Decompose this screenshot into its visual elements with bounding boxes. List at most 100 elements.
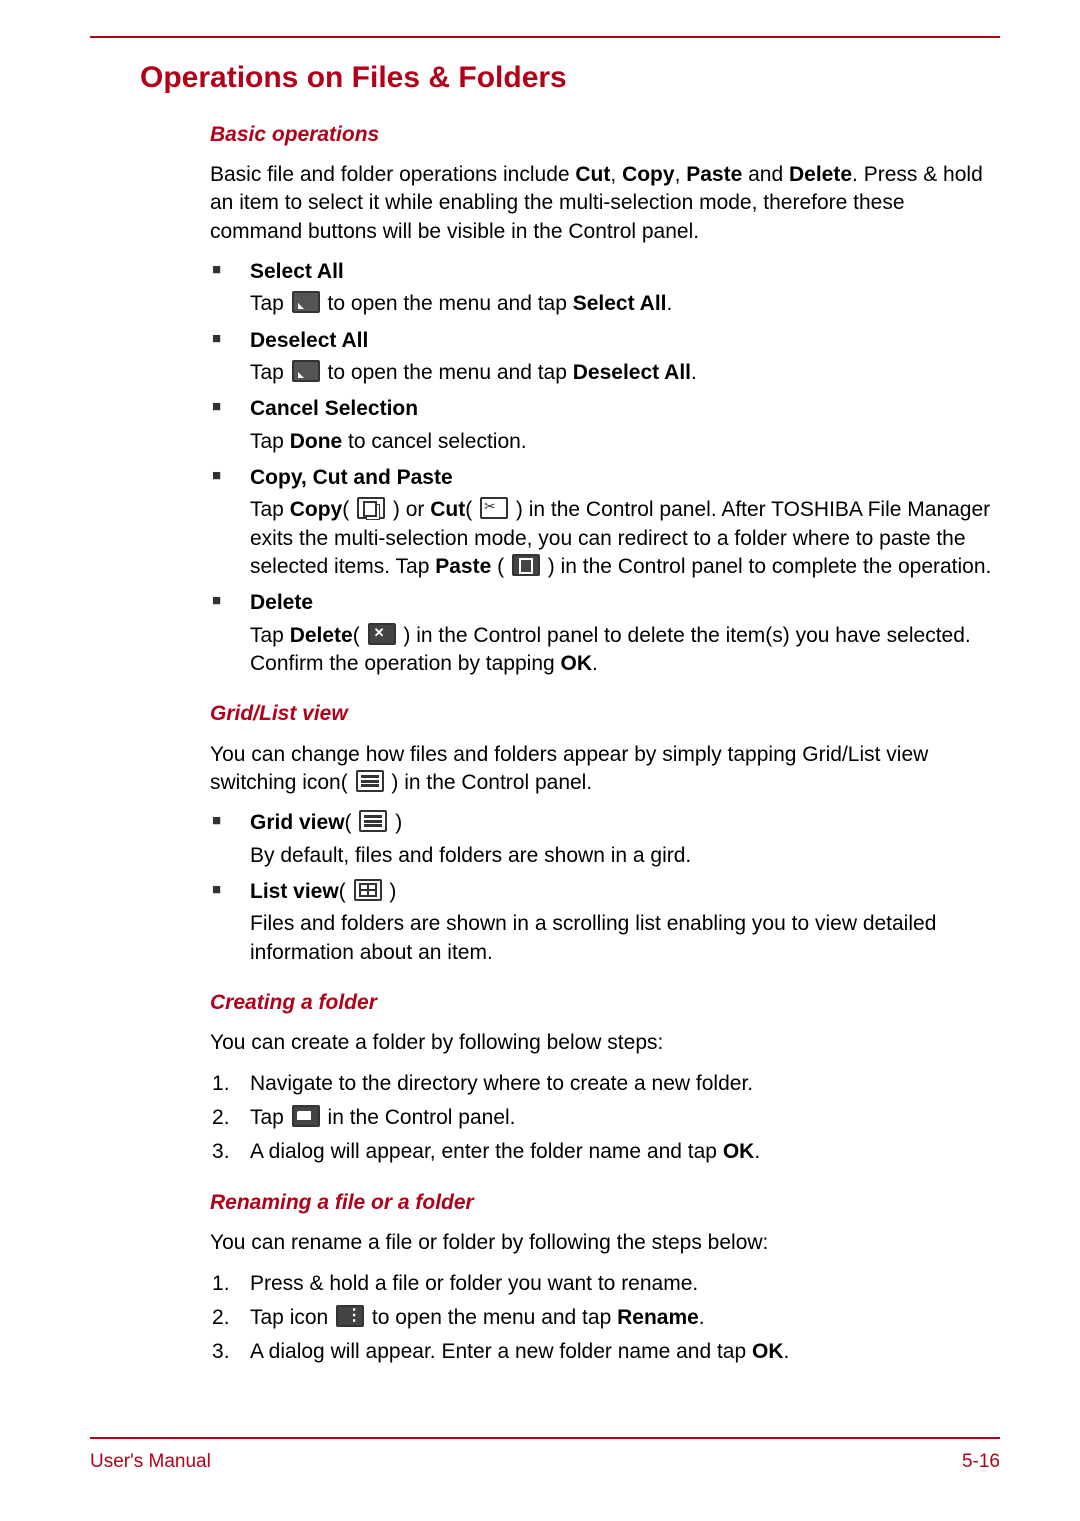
text: (	[353, 624, 366, 647]
text: to open the menu and tap	[366, 1306, 617, 1329]
text: A dialog will appear. Enter a new folder…	[250, 1340, 752, 1363]
item-title: Select All	[250, 258, 1000, 286]
item-body: By default, files and folders are shown …	[250, 842, 1000, 870]
cut-icon	[480, 497, 508, 519]
pencil-icon	[292, 291, 320, 313]
item-title: List view	[250, 880, 339, 903]
text: Basic file and folder operations include	[210, 163, 575, 186]
step: A dialog will appear, enter the folder n…	[210, 1138, 1000, 1166]
text: Tap	[250, 292, 290, 315]
text: (	[339, 880, 352, 903]
item-body: Tap Done to cancel selection.	[250, 428, 1000, 456]
bold: Cut	[575, 163, 610, 186]
bold: OK	[561, 652, 593, 675]
basic-intro: Basic file and folder operations include…	[140, 161, 1000, 246]
text: (	[345, 811, 358, 834]
bold: Paste	[686, 163, 742, 186]
text: Tap	[250, 430, 290, 453]
page-title: Operations on Files & Folders	[140, 58, 1000, 99]
bold: OK	[723, 1140, 755, 1163]
bold: Cut	[430, 498, 465, 521]
rename-intro: You can rename a file or folder by follo…	[140, 1229, 1000, 1257]
text: .	[667, 292, 673, 315]
paste-icon	[512, 554, 540, 576]
item-body: Tap Copy( ) or Cut( ) in the Control pan…	[250, 496, 1000, 581]
create-steps: Navigate to the directory where to creat…	[140, 1070, 1000, 1167]
item-body: Tap Delete( ) in the Control panel to de…	[250, 622, 1000, 679]
step: Navigate to the directory where to creat…	[210, 1070, 1000, 1098]
list-item: Deselect All Tap to open the menu and ta…	[210, 327, 1000, 388]
list-item: Grid view( ) By default, files and folde…	[210, 809, 1000, 870]
item-title-line: List view( )	[250, 878, 1000, 906]
text: )	[384, 880, 397, 903]
step: A dialog will appear. Enter a new folder…	[210, 1338, 1000, 1366]
text: A dialog will appear, enter the folder n…	[250, 1140, 723, 1163]
section-heading-grid: Grid/List view	[140, 700, 1000, 728]
text: .	[691, 361, 697, 384]
bold: Copy	[290, 498, 343, 521]
grid-list: Grid view( ) By default, files and folde…	[140, 809, 1000, 967]
item-body: Files and folders are shown in a scrolli…	[250, 910, 1000, 967]
delete-icon	[368, 623, 396, 645]
menu-icon	[336, 1305, 364, 1327]
section-heading-basic: Basic operations	[140, 121, 1000, 149]
list-item: List view( ) Files and folders are shown…	[210, 878, 1000, 967]
top-rule	[90, 36, 1000, 38]
text: .	[754, 1140, 760, 1163]
text: (	[342, 498, 355, 521]
page-content: Operations on Files & Folders Basic oper…	[140, 58, 1000, 1373]
step: Tap icon to open the menu and tap Rename…	[210, 1304, 1000, 1332]
bold: Copy	[622, 163, 675, 186]
grid-view-icon	[359, 810, 387, 832]
section-heading-create: Creating a folder	[140, 989, 1000, 1017]
text: Tap	[250, 624, 290, 647]
copy-icon	[357, 497, 385, 519]
grid-intro: You can change how files and folders app…	[140, 741, 1000, 798]
rename-steps: Press & hold a file or folder you want t…	[140, 1270, 1000, 1367]
create-intro: You can create a folder by following bel…	[140, 1029, 1000, 1057]
text: to cancel selection.	[342, 430, 526, 453]
text: ) or	[387, 498, 430, 521]
item-title: Deselect All	[250, 327, 1000, 355]
item-title: Cancel Selection	[250, 395, 1000, 423]
text: to open the menu and tap	[322, 361, 573, 384]
bold: Delete	[789, 163, 852, 186]
item-title: Grid view	[250, 811, 345, 834]
list-item: Select All Tap to open the menu and tap …	[210, 258, 1000, 319]
text: ) in the Control panel.	[386, 771, 593, 794]
item-body: Tap to open the menu and tap Select All.	[250, 290, 1000, 318]
text: .	[592, 652, 598, 675]
bold: Paste	[435, 555, 491, 578]
text: Tap	[250, 1106, 290, 1129]
bold: OK	[752, 1340, 784, 1363]
item-body: Tap to open the menu and tap Deselect Al…	[250, 359, 1000, 387]
bold: Select All	[573, 292, 667, 315]
step: Press & hold a file or folder you want t…	[210, 1270, 1000, 1298]
view-switch-icon	[356, 770, 384, 792]
list-item: Delete Tap Delete( ) in the Control pane…	[210, 589, 1000, 678]
text: ,	[610, 163, 622, 186]
footer-left: User's Manual	[90, 1449, 211, 1475]
text: in the Control panel.	[322, 1106, 516, 1129]
text: (	[465, 498, 478, 521]
bold: Done	[290, 430, 343, 453]
new-folder-icon	[292, 1105, 320, 1127]
text: .	[699, 1306, 705, 1329]
item-title: Copy, Cut and Paste	[250, 464, 1000, 492]
text: to open the menu and tap	[322, 292, 573, 315]
list-view-icon	[354, 879, 382, 901]
bold: Rename	[617, 1306, 699, 1329]
text: Tap	[250, 498, 290, 521]
text: .	[784, 1340, 790, 1363]
manual-page: Operations on Files & Folders Basic oper…	[0, 0, 1080, 1521]
bold: Deselect All	[573, 361, 691, 384]
text: ) in the Control panel to complete the o…	[542, 555, 991, 578]
text: (	[491, 555, 510, 578]
pencil-icon	[292, 360, 320, 382]
text: and	[742, 163, 789, 186]
basic-list: Select All Tap to open the menu and tap …	[140, 258, 1000, 678]
bold: Delete	[290, 624, 353, 647]
text: Tap icon	[250, 1306, 334, 1329]
text: ,	[675, 163, 687, 186]
list-item: Copy, Cut and Paste Tap Copy( ) or Cut( …	[210, 464, 1000, 581]
